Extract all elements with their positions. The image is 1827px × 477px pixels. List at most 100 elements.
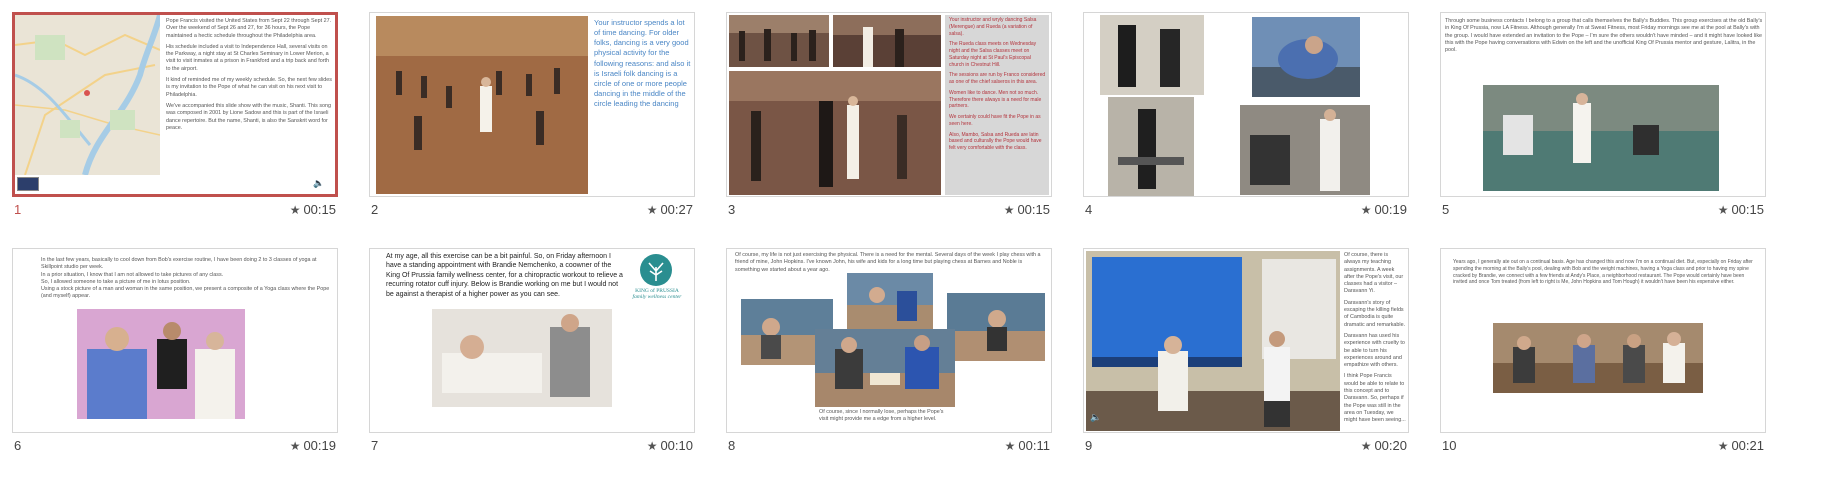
slide-timing: ★ 00:20 [1361, 438, 1407, 453]
restaurant-photo [1493, 323, 1703, 393]
slide-body-text: Your instructor spends a lot of time dan… [594, 18, 692, 193]
slide-meta: 3 ★ 00:15 [726, 202, 1052, 220]
star-icon: ★ [289, 438, 301, 453]
star-icon: ★ [289, 202, 301, 217]
slide-preview: Pope Francis visited the United States f… [12, 12, 338, 197]
slide-number: 5 [1442, 202, 1450, 217]
logo-line: family wellness center [632, 294, 682, 300]
slide-paragraph: The sessions are run by Franco considere… [949, 72, 1046, 85]
slide-preview: In the last few years, basically to cool… [12, 248, 338, 433]
slide-paragraph: The Rueda class meets on Wednesday night… [949, 41, 1037, 68]
slide-thumbnail-8[interactable]: Of course, my life is not just exercisin… [726, 248, 1052, 458]
slide-paragraph: Of course, my life is not just exercisin… [735, 252, 1041, 272]
slide-thumbnail-2[interactable]: Your instructor spends a lot of time dan… [369, 12, 695, 222]
slide-duration: 00:15 [303, 202, 336, 217]
yoga-photo [77, 309, 245, 419]
slide-preview: 🔈 Of course, there is always my teaching… [1083, 248, 1409, 433]
slide-meta: 1 ★ 00:15 [12, 202, 338, 220]
slide-number: 1 [14, 202, 22, 217]
slide-paragraph: Daravann's story of escaping the killing… [1344, 299, 1406, 328]
slide-paragraph: Daravann has used his experience with cr… [1344, 332, 1405, 369]
salsa-photo-2 [833, 15, 941, 67]
slide-thumbnail-7[interactable]: At my age, all this exercise can be a bi… [369, 248, 695, 458]
slide-duration: 00:19 [303, 438, 336, 453]
wellness-logo-text: KING of PRUSSIA family wellness center [622, 288, 692, 300]
slide-paragraph: Pope Francis visited the United States f… [166, 18, 332, 39]
slide-paragraph: Years ago, I generally ate out on a cont… [1453, 259, 1753, 286]
slide-body-text: Pope Francis visited the United States f… [166, 18, 334, 168]
video-icon [17, 177, 39, 191]
slide-meta: 10 ★ 00:21 [1440, 438, 1766, 456]
slide-paragraph: I think Pope Francis would be able to re… [1344, 373, 1406, 424]
slide-paragraph: Through some business contacts I belong … [1445, 18, 1763, 54]
slide-thumbnail-9[interactable]: 🔈 Of course, there is always my teaching… [1083, 248, 1409, 458]
slide-body-text: Of course, there is always my teaching a… [1344, 252, 1406, 430]
slide-body-text: Through some business contacts I belong … [1445, 18, 1763, 66]
slide-paragraph: Your instructor and wryly dancing Salsa … [949, 17, 1037, 37]
slide-duration: 00:20 [1374, 438, 1407, 453]
slide-thumbnail-1[interactable]: Pope Francis visited the United States f… [12, 12, 338, 222]
salsa-photo-3 [729, 71, 941, 195]
salsa-photo-1 [729, 15, 829, 67]
slide-timing: ★ 00:27 [647, 202, 693, 217]
chess-photo-4 [815, 329, 955, 407]
slide-caption: Of course, since I normally lose, perhap… [819, 409, 951, 432]
slide-number: 7 [371, 438, 379, 453]
slide-thumbnail-10[interactable]: Years ago, I generally ate out on a cont… [1440, 248, 1766, 458]
slide-timing: ★ 00:15 [290, 202, 336, 217]
slide-timing: ★ 00:11 [1005, 438, 1050, 453]
slide-meta: 2 ★ 00:27 [369, 202, 695, 220]
slide-timing: ★ 00:10 [647, 438, 693, 453]
star-icon: ★ [646, 202, 658, 217]
slide-duration: 00:10 [660, 438, 693, 453]
slide-preview: Your instructor and wryly dancing Salsa … [726, 12, 1052, 197]
speaker-icon: 🔈 [1090, 412, 1102, 422]
map-image [15, 15, 160, 175]
star-icon: ★ [1003, 202, 1015, 217]
slide-paragraph: We certainly could have fit the Pope in … [949, 114, 1041, 127]
slide-meta: 5 ★ 00:15 [1440, 202, 1766, 220]
dance-hall-photo [376, 16, 588, 194]
slide-body-text: In the last few years, basically to cool… [41, 257, 331, 307]
slide-thumbnail-5[interactable]: Through some business contacts I belong … [1440, 12, 1766, 222]
slide-number: 9 [1085, 438, 1093, 453]
slide-timing: ★ 00:15 [1718, 202, 1764, 217]
slide-thumbnail-3[interactable]: Your instructor and wryly dancing Salsa … [726, 12, 1052, 222]
slide-meta: 6 ★ 00:19 [12, 438, 338, 456]
star-icon: ★ [1717, 438, 1729, 453]
slide-meta: 4 ★ 00:19 [1083, 202, 1409, 220]
slide-duration: 00:11 [1018, 438, 1050, 453]
slide-paragraph: At my age, all this exercise can be a bi… [386, 253, 623, 298]
slide-duration: 00:27 [660, 202, 693, 217]
slide-paragraph: We've accompanied this slide show with t… [166, 102, 332, 131]
slide-paragraph: Women like to dance. Men not so much. Th… [949, 89, 1042, 110]
slide-duration: 00:15 [1731, 202, 1764, 217]
slide-preview: At my age, all this exercise can be a bi… [369, 248, 695, 433]
slide-timing: ★ 00:19 [1361, 202, 1407, 217]
slide-timing: ★ 00:19 [290, 438, 336, 453]
slide-timing: ★ 00:21 [1718, 438, 1764, 453]
slide-paragraph: In the last few years, basically to cool… [41, 257, 317, 271]
slide-thumbnail-4[interactable]: 4 ★ 00:19 [1083, 12, 1409, 222]
slide-number: 8 [728, 438, 736, 453]
slide-sorter: Pope Francis visited the United States f… [0, 0, 1827, 477]
pool-photo [1483, 85, 1719, 191]
slide-meta: 9 ★ 00:20 [1083, 438, 1409, 456]
slide-preview: Of course, my life is not just exercisin… [726, 248, 1052, 433]
slide-paragraph: In a prior situation, I know that I am n… [41, 271, 224, 278]
slide-paragraph: Of course, there is always my teaching a… [1344, 252, 1404, 295]
slide-preview [1083, 12, 1409, 197]
slide-paragraph: Of course, since I normally lose, perhap… [819, 409, 944, 423]
slide-meta: 7 ★ 00:10 [369, 438, 695, 456]
gym-photo-3 [1108, 97, 1194, 196]
slide-number: 4 [1085, 202, 1093, 217]
slide-duration: 00:21 [1731, 438, 1764, 453]
gym-photo-4 [1240, 105, 1370, 195]
chess-photo-2 [847, 273, 933, 331]
slide-meta: 8 ★ 00:11 [726, 438, 1052, 456]
slide-number: 10 [1442, 438, 1457, 453]
star-icon: ★ [1360, 202, 1372, 217]
slide-paragraph: So, I allowed someone to take a picture … [41, 278, 191, 285]
slide-paragraph: His schedule included a visit to Indepen… [166, 43, 329, 72]
slide-thumbnail-6[interactable]: In the last few years, basically to cool… [12, 248, 338, 458]
